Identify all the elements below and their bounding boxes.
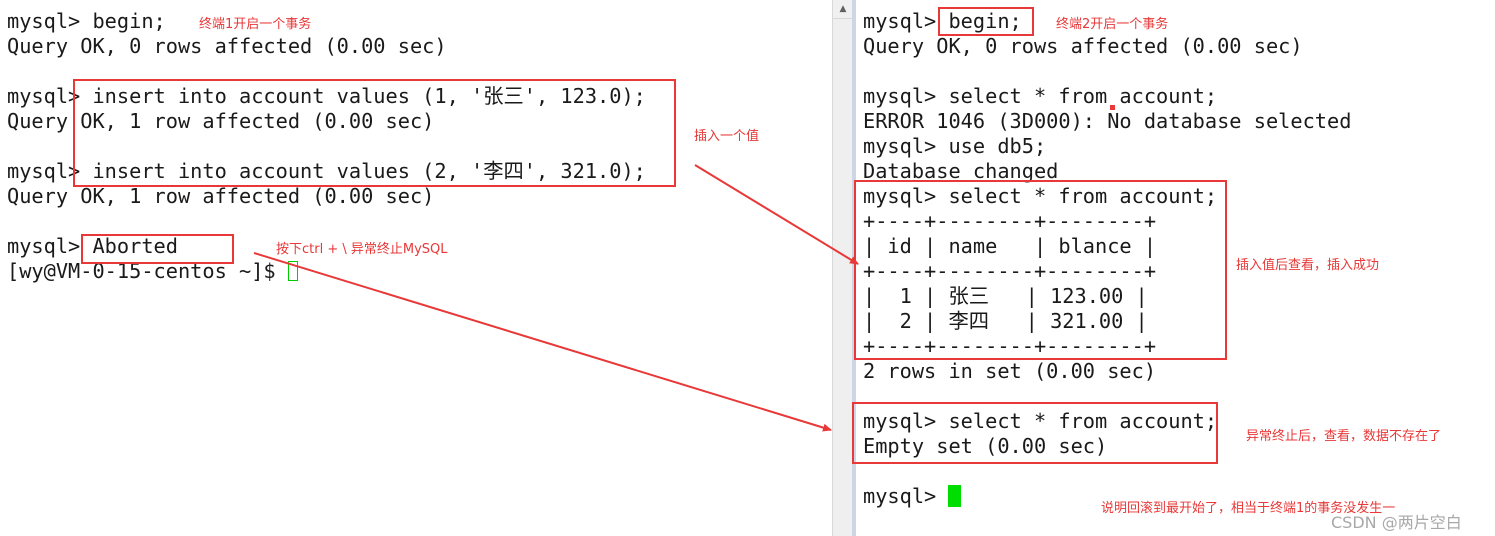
mysql-prompt-text: mysql> xyxy=(863,484,949,508)
terminal-line: mysql> select * from account; xyxy=(863,84,1218,108)
query-result-highlight-box xyxy=(854,180,1227,360)
annotation-t1-begin: 终端1开启一个事务 xyxy=(199,17,312,32)
terminal-line: mysql> use db5; xyxy=(863,134,1047,158)
terminal-line: 2 rows in set (0.00 sec) xyxy=(863,359,1157,383)
aborted-highlight-box xyxy=(81,234,234,264)
begin-highlight-box xyxy=(938,7,1034,36)
terminal-line: Query OK, 1 row affected (0.00 sec) xyxy=(7,184,435,208)
mysql-prompt[interactable]: mysql> xyxy=(863,484,962,509)
empty-result-highlight-box xyxy=(852,402,1218,464)
insert-highlight-box xyxy=(73,79,676,187)
terminal-line: ERROR 1046 (3D000): No database selected xyxy=(863,109,1352,133)
terminal-cursor xyxy=(287,261,298,281)
terminal-1-scrollbar[interactable]: ▲ xyxy=(832,0,854,536)
scroll-up-arrow-icon[interactable]: ▲ xyxy=(833,0,853,19)
annotation-query-success: 插入值后查看，插入成功 xyxy=(1236,258,1380,273)
terminal-line: Query OK, 0 rows affected (0.00 sec) xyxy=(7,34,447,58)
annotation-t2-begin: 终端2开启一个事务 xyxy=(1056,17,1169,32)
terminal-line: Query OK, 0 rows affected (0.00 sec) xyxy=(863,34,1303,58)
terminal-line: mysql> begin; xyxy=(7,9,166,33)
terminal-cursor xyxy=(948,485,962,507)
annotation-after-abort: 异常终止后，查看，数据不存在了 xyxy=(1246,429,1442,444)
annotation-ctrl-abort: 按下ctrl + \ 异常终止MySQL xyxy=(276,242,448,257)
csdn-watermark: CSDN @两片空白 xyxy=(1331,513,1462,532)
red-dot-mark xyxy=(1110,105,1115,110)
annotation-insert: 插入一个值 xyxy=(694,129,760,144)
